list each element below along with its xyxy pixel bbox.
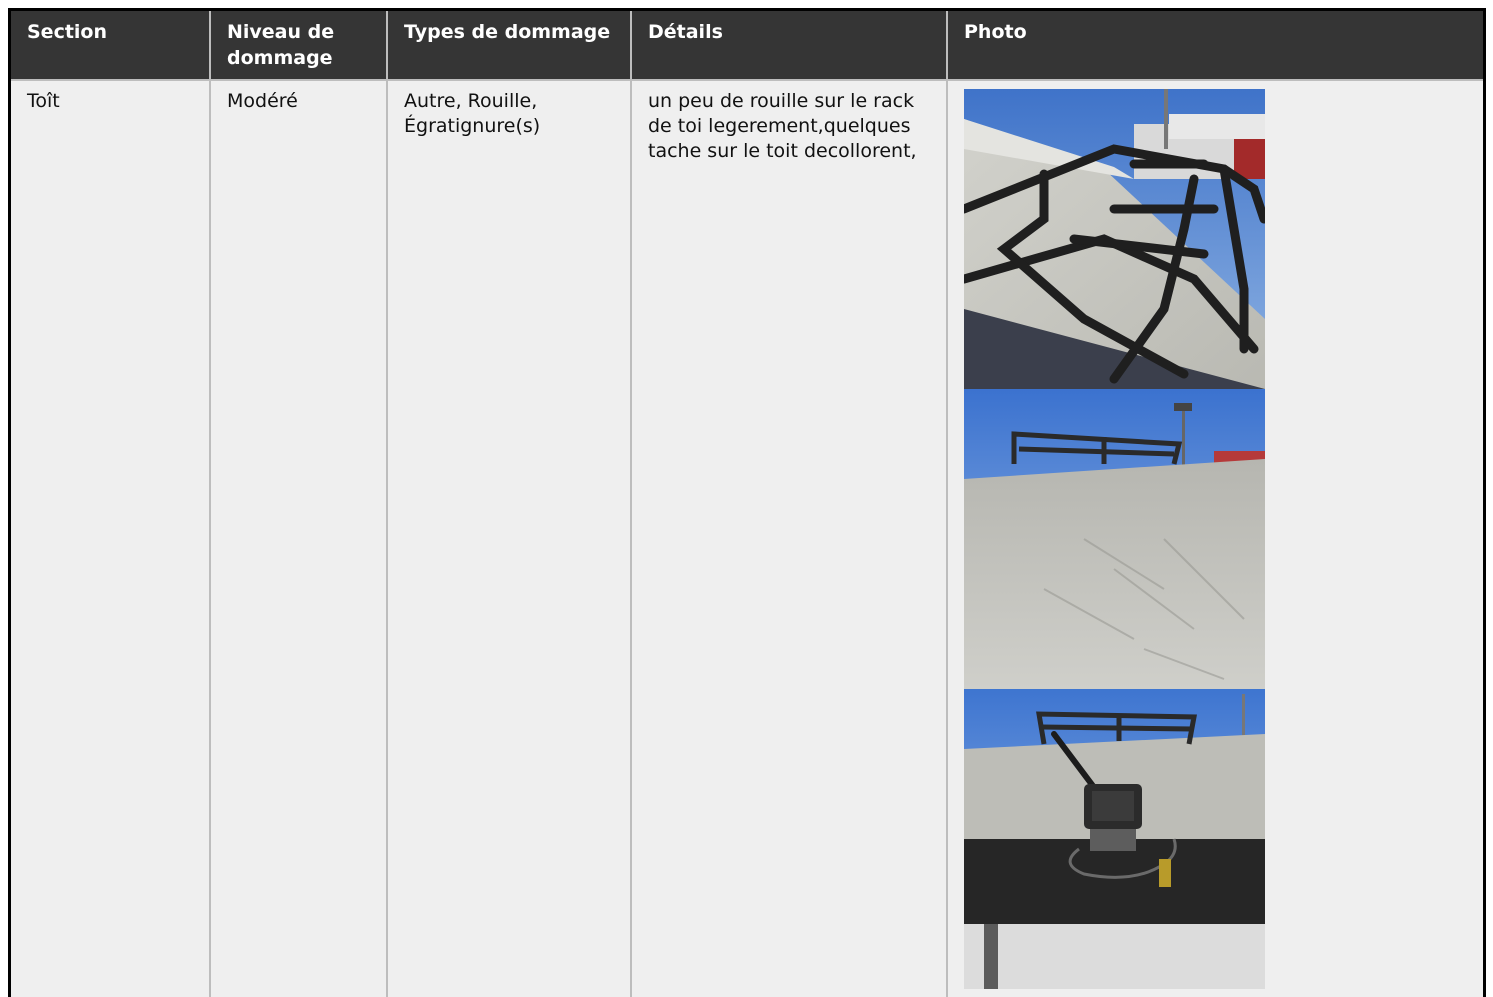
header-niveau: Niveau de dommage <box>210 11 388 81</box>
cell-details: un peu de rouille sur le rack de toi leg… <box>631 80 948 997</box>
cell-niveau: Modéré <box>210 80 388 997</box>
header-details: Détails <box>631 11 948 81</box>
photo-roof-camera[interactable] <box>964 689 1265 989</box>
table-header-row: Section Niveau de dommage Types de domma… <box>11 11 1483 81</box>
photo-roof-surface[interactable] <box>964 389 1265 689</box>
header-photo: Photo <box>947 11 1483 81</box>
cell-types: Autre, Rouille, Égratignure(s) <box>387 80 632 997</box>
damage-report-table-frame: Section Niveau de dommage Types de domma… <box>8 8 1486 997</box>
table-row: Toît Modéré Autre, Rouille, Égratignure(… <box>11 80 1483 997</box>
damage-report-table: Section Niveau de dommage Types de domma… <box>11 11 1483 997</box>
header-section: Section <box>11 11 211 81</box>
photo-stack <box>964 89 1265 989</box>
cell-section: Toît <box>11 80 211 997</box>
header-types: Types de dommage <box>387 11 632 81</box>
photo-roof-rack-closeup[interactable] <box>964 89 1265 389</box>
cell-photo <box>947 80 1483 997</box>
